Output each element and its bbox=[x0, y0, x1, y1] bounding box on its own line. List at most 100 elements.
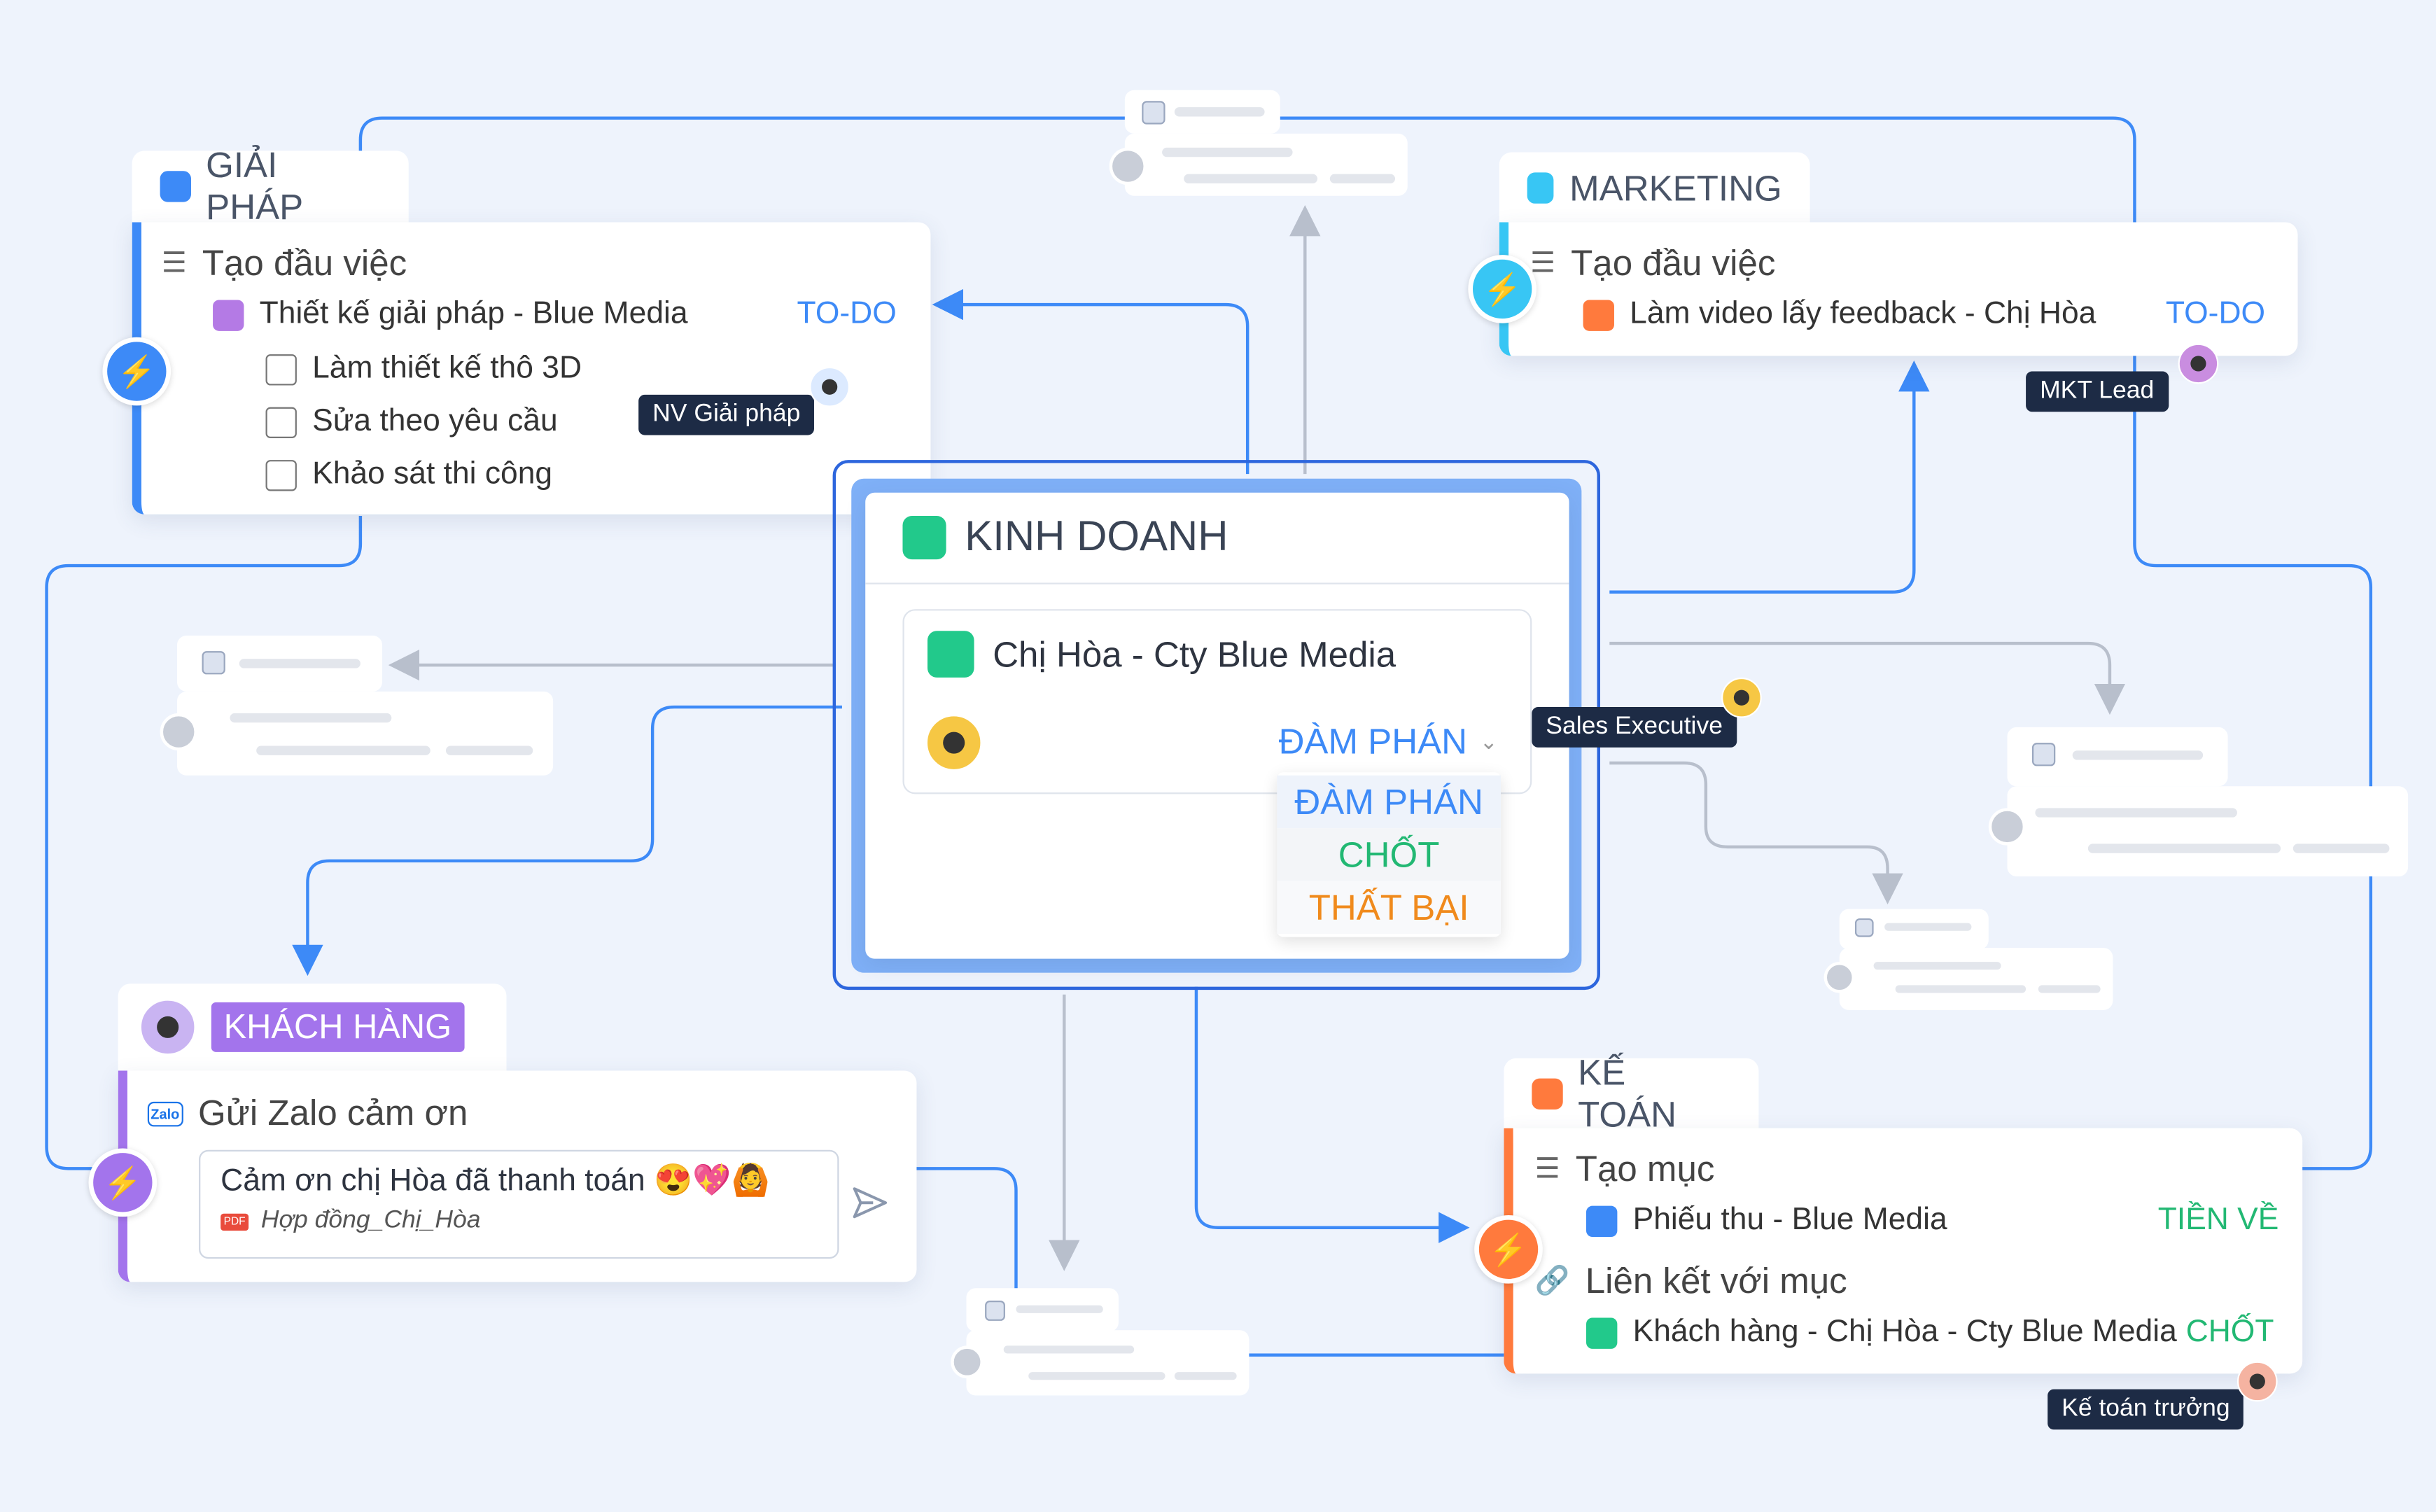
lightning-icon: ⚡ bbox=[88, 1148, 158, 1217]
placeholder-bar bbox=[1028, 1372, 1166, 1380]
assignee-tooltip: Sales Executive bbox=[1532, 707, 1737, 748]
placeholder-card bbox=[1839, 948, 2113, 1010]
avatar-icon bbox=[2178, 343, 2219, 384]
link-icon: 🔗 bbox=[1534, 1264, 1570, 1296]
placeholder-bolt-icon bbox=[1988, 808, 2026, 846]
avatar-icon bbox=[2236, 1361, 2278, 1402]
deal-row: Chị Hòa - Cty Blue Media bbox=[927, 631, 1396, 678]
giai-phap-action: Tạo đầu việc bbox=[202, 242, 407, 284]
attachment-row[interactable]: PDF Hợp đồng_Chị_Hòa bbox=[220, 1207, 481, 1236]
checklist-item[interactable]: Sửa theo yêu cầu bbox=[265, 404, 558, 440]
giai-phap-status: TO-DO bbox=[797, 297, 897, 331]
stage-option[interactable]: CHỐT bbox=[1277, 828, 1501, 881]
placeholder-bar bbox=[1174, 107, 1265, 117]
placeholder-square bbox=[985, 1301, 1005, 1321]
placeholder-bar bbox=[2072, 750, 2204, 760]
chevron-down-icon: ⌄ bbox=[1479, 729, 1498, 754]
ke-toan-title: KẾ TOÁN bbox=[1578, 1051, 1677, 1135]
placeholder-bar bbox=[1016, 1305, 1103, 1313]
placeholder-bar bbox=[1329, 174, 1396, 183]
lightning-icon: ⚡ bbox=[1474, 1214, 1543, 1284]
khach-hang-title: KHÁCH HÀNG bbox=[211, 1002, 464, 1052]
placeholder-card bbox=[177, 691, 554, 776]
linked-status: CHỐT bbox=[2185, 1315, 2274, 1349]
checkbox[interactable] bbox=[265, 406, 297, 438]
stage-option[interactable]: ĐÀM PHÁN bbox=[1277, 775, 1501, 829]
kinh-doanh-header: KINH DOANH bbox=[902, 513, 1228, 561]
placeholder-bar bbox=[1873, 962, 2001, 970]
placeholder-bolt-icon bbox=[160, 713, 197, 751]
linked-name: Khách hàng - Chị Hòa - Cty Blue Media bbox=[1632, 1315, 2177, 1349]
checklist-item[interactable]: Làm thiết kế thô 3D bbox=[265, 351, 582, 387]
placeholder-card bbox=[966, 1330, 1250, 1396]
giai-phap-action-row: ☰ Tạo đầu việc bbox=[162, 242, 407, 284]
video-icon bbox=[1583, 299, 1614, 330]
zalo-icon: Zalo bbox=[147, 1100, 183, 1126]
placeholder-bar bbox=[230, 713, 392, 723]
checklist-item[interactable]: Khảo sát thi công bbox=[265, 456, 553, 493]
send-icon[interactable] bbox=[851, 1186, 888, 1220]
marketing-color-icon bbox=[1527, 172, 1554, 204]
checkbox[interactable] bbox=[265, 458, 297, 491]
checklist-icon: ☰ bbox=[161, 246, 187, 279]
giai-phap-color-icon bbox=[160, 171, 190, 202]
ke-toan-action-row: ☰ Tạo mục bbox=[1535, 1149, 1715, 1191]
marketing-status: TO-DO bbox=[2165, 297, 2266, 331]
link-action: Liên kết với mục bbox=[1585, 1260, 1847, 1301]
placeholder-card bbox=[1124, 133, 1408, 196]
message-text: Cảm ơn chị Hòa đã thanh toán 😍💖🙆 bbox=[220, 1163, 770, 1198]
lightning-icon: ⚡ bbox=[102, 337, 172, 406]
placeholder-square bbox=[202, 651, 225, 675]
ke-toan-tab: KẾ TOÁN bbox=[1504, 1052, 1759, 1135]
link-action-row: 🔗 Liên kết với mục bbox=[1535, 1260, 1847, 1302]
khach-hang-action-row: Zalo Gửi Zalo cảm ơn bbox=[147, 1092, 468, 1135]
placeholder-square bbox=[1854, 918, 1874, 937]
placeholder-card bbox=[2007, 786, 2409, 877]
customer-icon bbox=[927, 631, 974, 678]
checkbox[interactable] bbox=[265, 354, 297, 385]
pdf-icon: PDF bbox=[220, 1212, 249, 1231]
receipt-icon bbox=[1586, 1205, 1618, 1236]
ke-toan-action: Tạo mục bbox=[1575, 1148, 1715, 1189]
khach-hang-action: Gửi Zalo cảm ơn bbox=[198, 1092, 468, 1133]
assignee-tooltip: MKT Lead bbox=[2026, 371, 2169, 412]
attachment-name: Hợp đồng_Chị_Hòa bbox=[260, 1207, 481, 1234]
placeholder-bar bbox=[2087, 844, 2281, 853]
receipt-status: TIỀN VỀ bbox=[2157, 1203, 2279, 1238]
placeholder-bar bbox=[239, 659, 360, 668]
customer-icon bbox=[1586, 1317, 1618, 1348]
stage-value: ĐÀM PHÁN bbox=[1278, 721, 1468, 762]
placeholder-square bbox=[2031, 743, 2056, 766]
placeholder-bar bbox=[1162, 147, 1293, 158]
marketing-action: Tạo đầu việc bbox=[1571, 242, 1776, 284]
marketing-title: MARKETING bbox=[1569, 167, 1782, 208]
receipt-row[interactable]: Phiếu thu - Blue Media bbox=[1586, 1203, 1947, 1238]
placeholder-bar bbox=[445, 746, 533, 755]
placeholder-square bbox=[1142, 101, 1166, 125]
avatar-icon bbox=[1721, 677, 1762, 718]
marketing-task: Làm video lấy feedback - Chị Hòa bbox=[1630, 297, 2096, 331]
checklist-item-label: Sửa theo yêu cầu bbox=[312, 404, 558, 439]
design-icon bbox=[213, 299, 244, 330]
assignee-tooltip: Kế toán trưởng bbox=[2047, 1389, 2244, 1430]
linked-row[interactable]: Khách hàng - Chị Hòa - Cty Blue Media bbox=[1586, 1315, 2177, 1350]
marketing-action-row: ☰ Tạo đầu việc bbox=[1530, 242, 1775, 284]
ke-toan-color-icon bbox=[1532, 1078, 1562, 1110]
placeholder-bar bbox=[2292, 844, 2390, 853]
checklist-icon: ☰ bbox=[1530, 246, 1555, 279]
deal-name: Chị Hòa - Cty Blue Media bbox=[993, 633, 1396, 674]
placeholder-bolt-icon bbox=[951, 1345, 983, 1379]
divider bbox=[865, 582, 1569, 584]
stage-select[interactable]: ĐÀM PHÁN ⌄ bbox=[1279, 721, 1498, 763]
placeholder-bar bbox=[1184, 174, 1318, 183]
giai-phap-task-row[interactable]: Thiết kế giải pháp - Blue Media bbox=[213, 297, 688, 332]
marketing-tab: MARKETING bbox=[1499, 152, 1810, 224]
checklist-item-label: Làm thiết kế thô 3D bbox=[312, 351, 582, 386]
stage-option[interactable]: THẤT BẠI bbox=[1277, 881, 1501, 934]
placeholder-bolt-icon bbox=[1823, 962, 1855, 993]
assignee-tooltip: NV Giải pháp bbox=[638, 394, 815, 435]
marketing-task-row[interactable]: Làm video lấy feedback - Chị Hòa bbox=[1583, 297, 2096, 332]
placeholder-bar bbox=[2035, 808, 2237, 818]
kinh-doanh-color-icon bbox=[902, 514, 946, 559]
checklist-item-label: Khảo sát thi công bbox=[312, 456, 553, 491]
